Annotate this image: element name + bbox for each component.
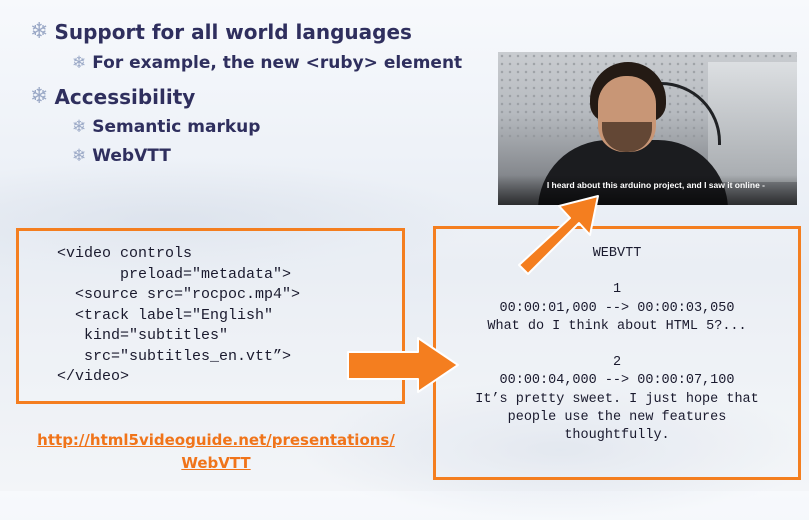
link-line-2[interactable]: WebVTT — [16, 452, 416, 475]
link-line-1[interactable]: http://html5videoguide.net/presentations… — [16, 429, 416, 452]
right-arrow-icon — [347, 337, 459, 393]
up-right-arrow-icon — [518, 195, 599, 275]
arrows-layer — [347, 195, 599, 393]
presentation-link[interactable]: http://html5videoguide.net/presentations… — [16, 429, 416, 475]
